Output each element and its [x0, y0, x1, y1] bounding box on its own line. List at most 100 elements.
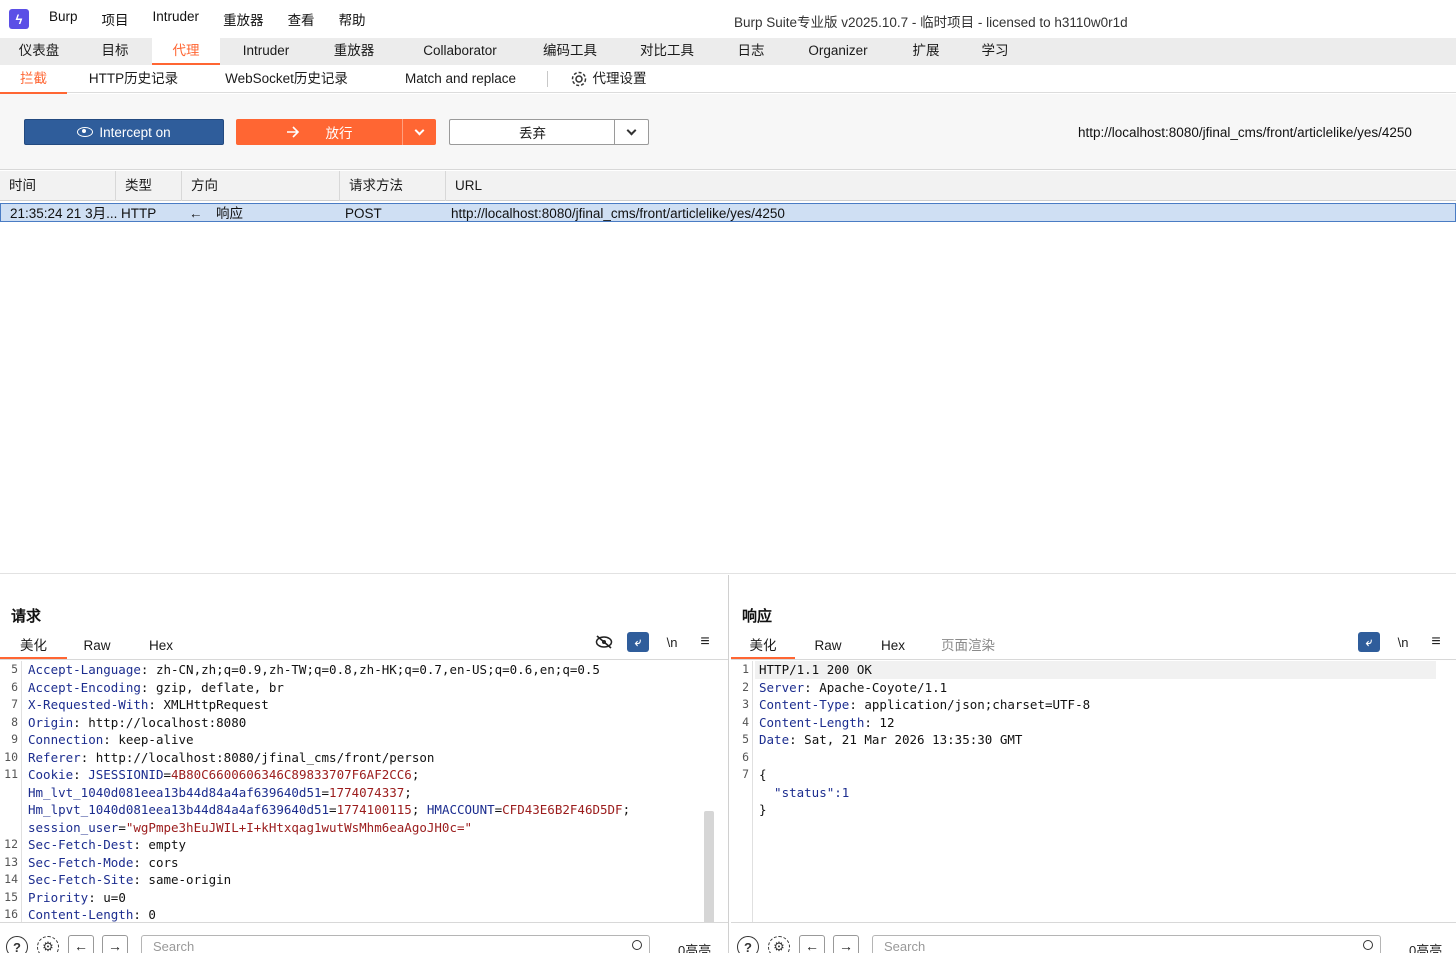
table-row[interactable]: 21:35:24 21 3月... HTTP ← 响应 POST http://… [0, 203, 1456, 222]
search-icon [1363, 940, 1373, 950]
cookie-name: Hm_lpvt_1040d081eea13b44d84a4af639640d51 [28, 802, 330, 817]
subtab-websocket-history[interactable]: WebSocket历史记录 [200, 65, 373, 93]
intercept-toolbar: Intercept on 放行 丢弃 http://localhost:8080… [0, 94, 1456, 170]
code-text: { [759, 766, 767, 784]
menu-repeater[interactable]: 重放器 [223, 9, 264, 29]
gear-icon[interactable]: ⚙ [768, 936, 790, 953]
chevron-down-icon [414, 125, 425, 135]
header-value: gzip, deflate, br [148, 679, 284, 695]
header-colon: : [73, 714, 81, 730]
cookie-value: CFD43E6B2F46D5DF [502, 802, 623, 817]
line-number: 7 [742, 767, 749, 781]
line-number: 3 [742, 697, 749, 711]
help-icon[interactable]: ? [6, 936, 28, 953]
menu-burp[interactable]: Burp [49, 9, 78, 29]
line-number: 4 [742, 714, 749, 729]
line-number: 5 [742, 732, 749, 746]
menu-icon[interactable]: ≡ [1425, 632, 1447, 652]
forward-icon[interactable]: → [833, 935, 859, 953]
drop-button[interactable]: 丢弃 [449, 119, 615, 145]
subtab-http-history-label: HTTP历史记录 [88, 71, 179, 86]
tab-collaborator[interactable]: Collaborator [396, 38, 524, 65]
menu-view[interactable]: 查看 [288, 9, 315, 29]
code-text: } [759, 801, 767, 819]
tab-intruder[interactable]: Intruder [220, 38, 312, 65]
tab-decoder[interactable]: 编码工具 [524, 38, 616, 65]
header-colon: : [849, 697, 857, 712]
code-text: Content-Length: 0 [28, 906, 156, 923]
cookie-name: Hm_lvt_1040d081eea13b44d84a4af639640d51 [28, 784, 322, 800]
cell-type: HTTP [121, 206, 157, 221]
tab-dashboard[interactable]: 仪表盘 [0, 38, 78, 65]
drop-dropdown-button[interactable] [614, 119, 649, 145]
tab-extensions[interactable]: 扩展 [892, 38, 960, 65]
hide-icon[interactable] [593, 632, 615, 652]
json-line: "status":1 [759, 784, 850, 800]
code-text: Accept-Encoding: gzip, deflate, br [28, 679, 284, 697]
code-text: Priority: u=0 [28, 889, 126, 907]
gear-icon[interactable]: ⚙ [37, 936, 59, 953]
forward-dropdown-button[interactable] [402, 119, 436, 145]
response-pane: 响应 美化 Raw Hex 页面渲染 ⤶ \n ≡ 1 HTTP/1.1 200 … [731, 575, 1456, 953]
header-value: { [759, 767, 767, 782]
back-icon[interactable]: ← [799, 935, 825, 953]
header-value: zh-CN,zh;q=0.9,zh-TW;q=0.8,zh-HK;q=0.7,e… [148, 662, 600, 677]
request-scrollbar[interactable] [704, 811, 714, 923]
request-title: 请求 [11, 608, 42, 625]
header-name: Cookie [28, 767, 74, 782]
header-name: Accept-Encoding [28, 679, 141, 695]
tab-logger[interactable]: 日志 [718, 38, 784, 65]
response-editor[interactable]: 1 HTTP/1.1 200 OK 2 Server: Apache-Coyote/1… [731, 661, 1446, 923]
request-tab-pretty[interactable]: 美化 [0, 633, 67, 659]
proxy-settings-button[interactable]: 代理设置 [548, 65, 668, 93]
tab-learn[interactable]: 学习 [960, 38, 1030, 65]
response-tab-raw[interactable]: Raw [795, 633, 861, 659]
header-name: Origin [28, 714, 74, 730]
response-search-input[interactable]: Search [872, 935, 1381, 953]
line-number: 6 [742, 749, 749, 764]
intercept-toggle-button[interactable]: Intercept on [24, 119, 224, 145]
column-header-direction[interactable]: 方向 [182, 171, 340, 201]
request-editor[interactable]: 5 Accept-Language: zh-CN,zh;q=0.9,zh-TW;q… [0, 661, 716, 923]
column-header-method[interactable]: 请求方法 [340, 171, 446, 201]
header-name: Sec-Fetch-Site [28, 872, 134, 887]
request-tab-hex[interactable]: Hex [127, 633, 195, 659]
menu-icon[interactable]: ≡ [694, 632, 716, 652]
subtab-match-replace[interactable]: Match and replace [373, 65, 548, 93]
subtab-http-history[interactable]: HTTP历史记录 [67, 65, 200, 93]
header-colon: : [133, 837, 141, 852]
header-name: Sec-Fetch-Dest [28, 837, 134, 852]
tab-repeater[interactable]: 重放器 [312, 38, 396, 65]
response-tab-pretty[interactable]: 美化 [731, 633, 795, 659]
code-text: Hm_lpvt_1040d081eea13b44d84a4af639640d51… [28, 801, 630, 819]
divider [731, 659, 1456, 660]
menu-intruder[interactable]: Intruder [153, 9, 200, 29]
header-value: HTTP/1.1 200 OK [759, 662, 872, 677]
wrap-icon[interactable]: ⤶ [627, 632, 649, 652]
forward-button[interactable]: 放行 [236, 119, 402, 145]
wrap-icon[interactable]: ⤶ [1358, 632, 1380, 652]
line-number: 10 [4, 749, 18, 764]
column-header-time[interactable]: 时间 [0, 171, 116, 201]
tab-organizer[interactable]: Organizer [784, 38, 892, 65]
tab-proxy[interactable]: 代理 [152, 38, 220, 65]
cookie-value: 4B80C6600606346C89833707F6AF2CC6 [171, 767, 412, 782]
menu-help[interactable]: 帮助 [339, 9, 366, 29]
newline-icon[interactable]: \n [1392, 632, 1414, 652]
help-icon[interactable]: ? [737, 936, 759, 953]
menu-project[interactable]: 项目 [102, 9, 129, 29]
request-search-input[interactable]: Search [141, 935, 650, 953]
column-header-url[interactable]: URL [446, 171, 1456, 201]
column-header-type[interactable]: 类型 [116, 171, 182, 201]
subtab-intercept[interactable]: 拦截 [0, 65, 67, 94]
newline-icon[interactable]: \n [661, 632, 683, 652]
cookie-equals: = [118, 819, 126, 835]
response-tab-hex[interactable]: Hex [861, 633, 925, 659]
request-tab-raw[interactable]: Raw [67, 633, 127, 659]
tab-comparer[interactable]: 对比工具 [616, 38, 718, 65]
tab-target[interactable]: 目标 [78, 38, 152, 65]
forward-icon[interactable]: → [102, 935, 128, 953]
response-tab-render[interactable]: 页面渲染 [925, 633, 1011, 659]
back-icon[interactable]: ← [68, 935, 94, 953]
